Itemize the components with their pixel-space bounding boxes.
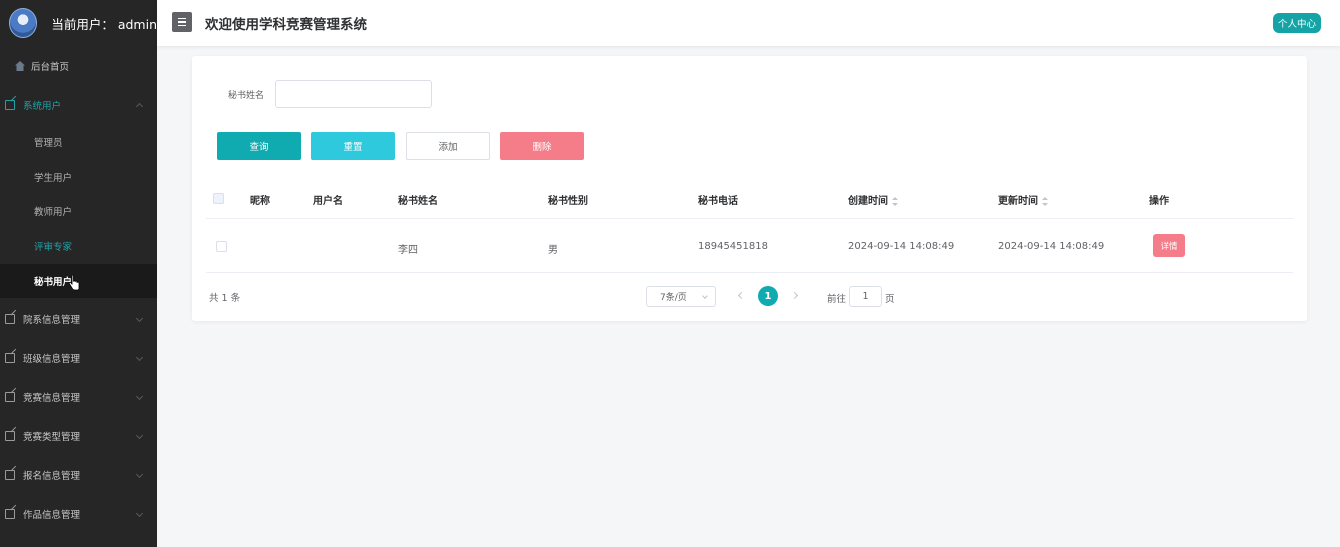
sidebar-subitem-reviewers[interactable]: 评审专家 bbox=[0, 229, 157, 263]
sort-icon[interactable] bbox=[892, 196, 898, 206]
page-size-value: 7条/页 bbox=[660, 293, 687, 303]
chevron-down-icon bbox=[135, 392, 144, 401]
chevron-down-icon bbox=[135, 431, 144, 440]
chevron-up-icon bbox=[135, 102, 144, 111]
column-header-username: 用户名 bbox=[313, 196, 343, 207]
content-card: 秘书姓名 查询 重置 添加 删除 昵称 用户名 秘书姓名 秘书性别 秘书电话 创… bbox=[192, 56, 1307, 321]
sidebar-item-label: 班级信息管理 bbox=[23, 354, 81, 365]
edit-icon bbox=[5, 392, 15, 402]
sidebar-item-label: 竞赛信息管理 bbox=[23, 393, 81, 404]
sidebar-item-label: 作品信息管理 bbox=[23, 510, 81, 521]
cell-phone: 18945451818 bbox=[698, 241, 768, 252]
sidebar-subitem-students[interactable]: 学生用户 bbox=[0, 160, 157, 194]
delete-button[interactable]: 删除 bbox=[500, 132, 584, 160]
cell-updated: 2024-09-14 14:08:49 bbox=[998, 241, 1105, 252]
column-header-created[interactable]: 创建时间 bbox=[848, 192, 898, 207]
sidebar-item-classes[interactable]: 班级信息管理 bbox=[0, 341, 157, 375]
goto-page-input[interactable]: 1 bbox=[849, 286, 882, 307]
secretary-name-input[interactable] bbox=[275, 80, 432, 108]
sidebar-item-label: 院系信息管理 bbox=[23, 315, 81, 326]
goto-label: 前往 bbox=[827, 294, 847, 305]
sort-icon[interactable] bbox=[1042, 196, 1048, 206]
edit-icon bbox=[5, 353, 15, 363]
sidebar-subitem-label: 学生用户 bbox=[34, 173, 73, 184]
row-checkbox[interactable] bbox=[216, 241, 227, 252]
sidebar-item-label: 系统用户 bbox=[23, 101, 62, 112]
sidebar-item-departments[interactable]: 院系信息管理 bbox=[0, 302, 157, 336]
sidebar-item-label: 竞赛类型管理 bbox=[23, 432, 81, 443]
sidebar-subitem-teachers[interactable]: 教师用户 bbox=[0, 194, 157, 228]
search-label: 秘书姓名 bbox=[228, 91, 265, 101]
select-all-checkbox[interactable] bbox=[213, 193, 224, 204]
sidebar-item-label: 后台首页 bbox=[31, 62, 70, 73]
edit-icon bbox=[5, 470, 15, 480]
reset-button[interactable]: 重置 bbox=[311, 132, 395, 160]
pagination-total: 共 1 条 bbox=[209, 293, 241, 304]
table-divider bbox=[206, 272, 1293, 273]
edit-icon bbox=[5, 100, 15, 110]
sidebar-subitem-label: 管理员 bbox=[34, 138, 63, 149]
sidebar-item-competitions[interactable]: 竞赛信息管理 bbox=[0, 380, 157, 414]
column-header-name: 秘书姓名 bbox=[398, 196, 438, 207]
sidebar-subitem-label: 教师用户 bbox=[34, 207, 73, 218]
current-username: admin bbox=[117, 16, 157, 32]
goto-unit: 页 bbox=[885, 294, 895, 305]
sidebar-subitem-label: 评审专家 bbox=[34, 242, 73, 253]
chevron-down-icon bbox=[135, 353, 144, 362]
hamburger-icon-line bbox=[178, 18, 186, 20]
chevron-down-icon bbox=[135, 509, 144, 518]
sidebar: 当前用户： admin 后台首页 系统用户 管理员 学生用户 教师用户 评审专家 … bbox=[0, 0, 157, 547]
edit-icon bbox=[5, 314, 15, 324]
chevron-down-icon bbox=[135, 470, 144, 479]
current-user-label: 当前用户： bbox=[51, 16, 114, 32]
sidebar-subitem-label: 秘书用户 bbox=[34, 277, 73, 288]
hamburger-icon-line bbox=[178, 24, 186, 26]
column-header-actions: 操作 bbox=[1149, 196, 1169, 207]
avatar[interactable] bbox=[9, 8, 38, 38]
sidebar-item-registrations[interactable]: 报名信息管理 bbox=[0, 458, 157, 492]
sidebar-item-label: 报名信息管理 bbox=[23, 471, 81, 482]
prev-page-icon[interactable] bbox=[737, 291, 746, 300]
column-header-updated-label: 更新时间 bbox=[998, 196, 1038, 207]
sidebar-item-system-users[interactable]: 系统用户 bbox=[0, 88, 157, 122]
page-number-current[interactable]: 1 bbox=[758, 286, 778, 306]
sidebar-header: 当前用户： admin bbox=[0, 0, 157, 46]
hand-cursor-icon bbox=[68, 275, 80, 291]
sidebar-item-competition-types[interactable]: 竞赛类型管理 bbox=[0, 419, 157, 453]
column-header-gender: 秘书性别 bbox=[548, 196, 588, 207]
sidebar-item-works[interactable]: 作品信息管理 bbox=[0, 497, 157, 531]
page-size-select[interactable]: 7条/页 bbox=[646, 286, 716, 307]
detail-button[interactable]: 详情 bbox=[1153, 234, 1185, 257]
menu-toggle-button[interactable] bbox=[172, 12, 192, 32]
sidebar-subitem-admin[interactable]: 管理员 bbox=[0, 125, 157, 159]
column-header-updated[interactable]: 更新时间 bbox=[998, 192, 1048, 207]
cell-gender: 男 bbox=[548, 245, 558, 256]
current-user: 当前用户： admin bbox=[51, 14, 157, 33]
chevron-down-icon bbox=[135, 314, 144, 323]
add-button[interactable]: 添加 bbox=[406, 132, 490, 160]
profile-button[interactable]: 个人中心 bbox=[1273, 13, 1321, 33]
edit-icon bbox=[5, 431, 15, 441]
top-bar: 欢迎使用学科竞赛管理系统 个人中心 bbox=[157, 0, 1340, 46]
chevron-down-icon bbox=[702, 293, 708, 299]
query-button[interactable]: 查询 bbox=[217, 132, 301, 160]
edit-icon bbox=[5, 509, 15, 519]
cell-created: 2024-09-14 14:08:49 bbox=[848, 241, 955, 252]
hamburger-icon-line bbox=[178, 21, 186, 23]
column-header-phone: 秘书电话 bbox=[698, 196, 738, 207]
column-header-nickname: 昵称 bbox=[250, 196, 270, 207]
table-divider bbox=[206, 218, 1293, 219]
page-title: 欢迎使用学科竞赛管理系统 bbox=[205, 17, 367, 33]
column-header-created-label: 创建时间 bbox=[848, 196, 888, 207]
cell-name: 李四 bbox=[398, 245, 418, 256]
next-page-icon[interactable] bbox=[790, 291, 799, 300]
home-icon bbox=[15, 61, 25, 71]
sidebar-item-home[interactable]: 后台首页 bbox=[0, 49, 157, 83]
